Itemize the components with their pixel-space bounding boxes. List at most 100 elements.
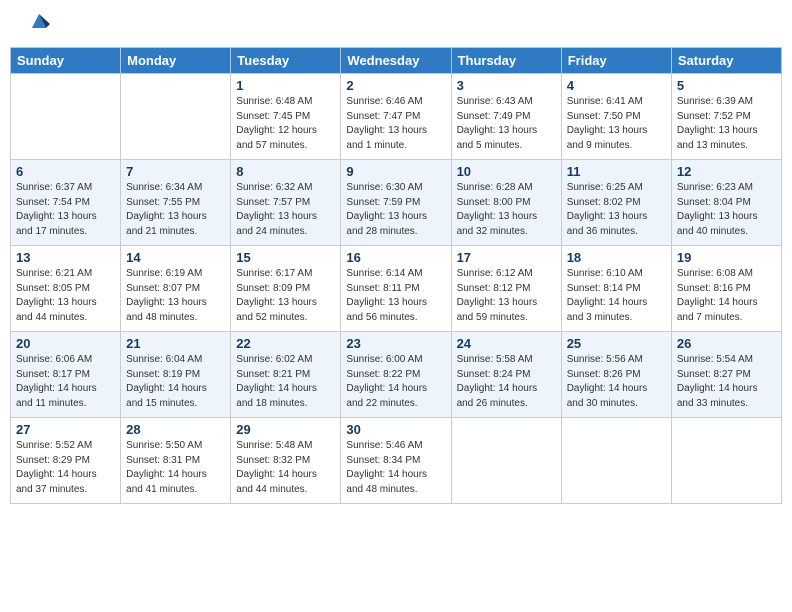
calendar-header-sunday: Sunday [11, 48, 121, 74]
calendar-week-row: 13 Sunrise: 6:21 AM Sunset: 8:05 PM Dayli… [11, 246, 782, 332]
day-info: Sunrise: 6:46 AM Sunset: 7:47 PM Dayligh… [346, 95, 445, 153]
day-info: Sunrise: 6:28 AM Sunset: 8:00 PM Dayligh… [457, 181, 556, 239]
logo [18, 10, 54, 41]
day-info: Sunrise: 6:10 AM Sunset: 8:14 PM Dayligh… [567, 267, 666, 325]
calendar-day-20: 20 Sunrise: 6:06 AM Sunset: 8:17 PM Dayli… [11, 332, 121, 418]
calendar-day-29: 29 Sunrise: 5:48 AM Sunset: 8:32 PM Dayli… [231, 418, 341, 504]
calendar-day-1: 1Sunrise: 6:48 AM Sunset: 7:45 PM Daylig… [231, 74, 341, 160]
day-info: Sunrise: 6:19 AM Sunset: 8:07 PM Dayligh… [126, 267, 225, 325]
day-info: Sunrise: 5:46 AM Sunset: 8:34 PM Dayligh… [346, 439, 445, 497]
calendar-day-9: 9 Sunrise: 6:30 AM Sunset: 7:59 PM Daylig… [341, 160, 451, 246]
day-number: 7 [126, 164, 225, 179]
day-info: Sunrise: 6:06 AM Sunset: 8:17 PM Dayligh… [16, 353, 115, 411]
calendar-day-4: 4Sunrise: 6:41 AM Sunset: 7:50 PM Daylig… [561, 74, 671, 160]
calendar-empty [561, 418, 671, 504]
calendar-day-19: 19 Sunrise: 6:08 AM Sunset: 8:16 PM Dayli… [671, 246, 781, 332]
calendar-day-13: 13 Sunrise: 6:21 AM Sunset: 8:05 PM Dayli… [11, 246, 121, 332]
calendar-day-23: 23 Sunrise: 6:00 AM Sunset: 8:22 PM Dayli… [341, 332, 451, 418]
day-number: 2 [346, 78, 445, 93]
day-number: 24 [457, 336, 556, 351]
day-number: 8 [236, 164, 335, 179]
day-number: 9 [346, 164, 445, 179]
calendar-table: SundayMondayTuesdayWednesdayThursdayFrid… [10, 47, 782, 504]
calendar-empty [11, 74, 121, 160]
day-number: 27 [16, 422, 115, 437]
day-number: 25 [567, 336, 666, 351]
day-info: Sunrise: 6:00 AM Sunset: 8:22 PM Dayligh… [346, 353, 445, 411]
day-number: 26 [677, 336, 776, 351]
day-info: Sunrise: 5:56 AM Sunset: 8:26 PM Dayligh… [567, 353, 666, 411]
day-number: 18 [567, 250, 666, 265]
day-info: Sunrise: 6:34 AM Sunset: 7:55 PM Dayligh… [126, 181, 225, 239]
calendar-day-12: 12 Sunrise: 6:23 AM Sunset: 8:04 PM Dayli… [671, 160, 781, 246]
day-info: Sunrise: 6:32 AM Sunset: 7:57 PM Dayligh… [236, 181, 335, 239]
calendar-day-21: 21 Sunrise: 6:04 AM Sunset: 8:19 PM Dayli… [121, 332, 231, 418]
day-number: 21 [126, 336, 225, 351]
calendar-empty [451, 418, 561, 504]
calendar-week-row: 1Sunrise: 6:48 AM Sunset: 7:45 PM Daylig… [11, 74, 782, 160]
day-number: 13 [16, 250, 115, 265]
day-number: 5 [677, 78, 776, 93]
day-number: 30 [346, 422, 445, 437]
header [0, 0, 792, 47]
calendar-empty [121, 74, 231, 160]
day-number: 19 [677, 250, 776, 265]
calendar-day-6: 6 Sunrise: 6:37 AM Sunset: 7:54 PM Daylig… [11, 160, 121, 246]
day-info: Sunrise: 6:02 AM Sunset: 8:21 PM Dayligh… [236, 353, 335, 411]
calendar-day-3: 3 Sunrise: 6:43 AM Sunset: 7:49 PM Daylig… [451, 74, 561, 160]
calendar-week-row: 20 Sunrise: 6:06 AM Sunset: 8:17 PM Dayli… [11, 332, 782, 418]
calendar-day-8: 8 Sunrise: 6:32 AM Sunset: 7:57 PM Daylig… [231, 160, 341, 246]
day-info: Sunrise: 5:50 AM Sunset: 8:31 PM Dayligh… [126, 439, 225, 497]
calendar-header-monday: Monday [121, 48, 231, 74]
day-info: Sunrise: 6:23 AM Sunset: 8:04 PM Dayligh… [677, 181, 776, 239]
day-info: Sunrise: 6:37 AM Sunset: 7:54 PM Dayligh… [16, 181, 115, 239]
day-number: 3 [457, 78, 556, 93]
day-number: 12 [677, 164, 776, 179]
day-info: Sunrise: 5:54 AM Sunset: 8:27 PM Dayligh… [677, 353, 776, 411]
calendar-day-2: 2 Sunrise: 6:46 AM Sunset: 7:47 PM Daylig… [341, 74, 451, 160]
day-info: Sunrise: 6:25 AM Sunset: 8:02 PM Dayligh… [567, 181, 666, 239]
day-number: 23 [346, 336, 445, 351]
day-info: Sunrise: 6:04 AM Sunset: 8:19 PM Dayligh… [126, 353, 225, 411]
calendar-week-row: 27 Sunrise: 5:52 AM Sunset: 8:29 PM Dayli… [11, 418, 782, 504]
day-info: Sunrise: 5:58 AM Sunset: 8:24 PM Dayligh… [457, 353, 556, 411]
calendar-day-27: 27 Sunrise: 5:52 AM Sunset: 8:29 PM Dayli… [11, 418, 121, 504]
calendar-day-14: 14 Sunrise: 6:19 AM Sunset: 8:07 PM Dayli… [121, 246, 231, 332]
day-number: 4 [567, 78, 666, 93]
calendar-day-10: 10 Sunrise: 6:28 AM Sunset: 8:00 PM Dayli… [451, 160, 561, 246]
day-info: Sunrise: 6:43 AM Sunset: 7:49 PM Dayligh… [457, 95, 556, 153]
day-info: Sunrise: 6:14 AM Sunset: 8:11 PM Dayligh… [346, 267, 445, 325]
calendar-header-saturday: Saturday [671, 48, 781, 74]
day-info: Sunrise: 6:30 AM Sunset: 7:59 PM Dayligh… [346, 181, 445, 239]
day-info: Sunrise: 6:08 AM Sunset: 8:16 PM Dayligh… [677, 267, 776, 325]
day-info: Sunrise: 6:39 AM Sunset: 7:52 PM Dayligh… [677, 95, 776, 153]
day-number: 11 [567, 164, 666, 179]
calendar-header-wednesday: Wednesday [341, 48, 451, 74]
day-number: 1 [236, 78, 335, 93]
day-number: 28 [126, 422, 225, 437]
calendar-container: SundayMondayTuesdayWednesdayThursdayFrid… [0, 47, 792, 504]
day-info: Sunrise: 6:17 AM Sunset: 8:09 PM Dayligh… [236, 267, 335, 325]
calendar-day-26: 26 Sunrise: 5:54 AM Sunset: 8:27 PM Dayli… [671, 332, 781, 418]
calendar-day-15: 15Sunrise: 6:17 AM Sunset: 8:09 PM Dayli… [231, 246, 341, 332]
calendar-day-24: 24 Sunrise: 5:58 AM Sunset: 8:24 PM Dayli… [451, 332, 561, 418]
calendar-header-friday: Friday [561, 48, 671, 74]
day-info: Sunrise: 5:48 AM Sunset: 8:32 PM Dayligh… [236, 439, 335, 497]
day-number: 29 [236, 422, 335, 437]
calendar-day-16: 16Sunrise: 6:14 AM Sunset: 8:11 PM Dayli… [341, 246, 451, 332]
day-number: 22 [236, 336, 335, 351]
calendar-empty [671, 418, 781, 504]
day-number: 14 [126, 250, 225, 265]
calendar-day-22: 22 Sunrise: 6:02 AM Sunset: 8:21 PM Dayli… [231, 332, 341, 418]
day-number: 20 [16, 336, 115, 351]
calendar-day-25: 25 Sunrise: 5:56 AM Sunset: 8:26 PM Dayli… [561, 332, 671, 418]
calendar-header-row: SundayMondayTuesdayWednesdayThursdayFrid… [11, 48, 782, 74]
day-number: 10 [457, 164, 556, 179]
day-info: Sunrise: 5:52 AM Sunset: 8:29 PM Dayligh… [16, 439, 115, 497]
calendar-header-tuesday: Tuesday [231, 48, 341, 74]
day-number: 6 [16, 164, 115, 179]
logo-icon [24, 6, 54, 41]
day-info: Sunrise: 6:21 AM Sunset: 8:05 PM Dayligh… [16, 267, 115, 325]
calendar-day-30: 30 Sunrise: 5:46 AM Sunset: 8:34 PM Dayli… [341, 418, 451, 504]
calendar-week-row: 6 Sunrise: 6:37 AM Sunset: 7:54 PM Daylig… [11, 160, 782, 246]
